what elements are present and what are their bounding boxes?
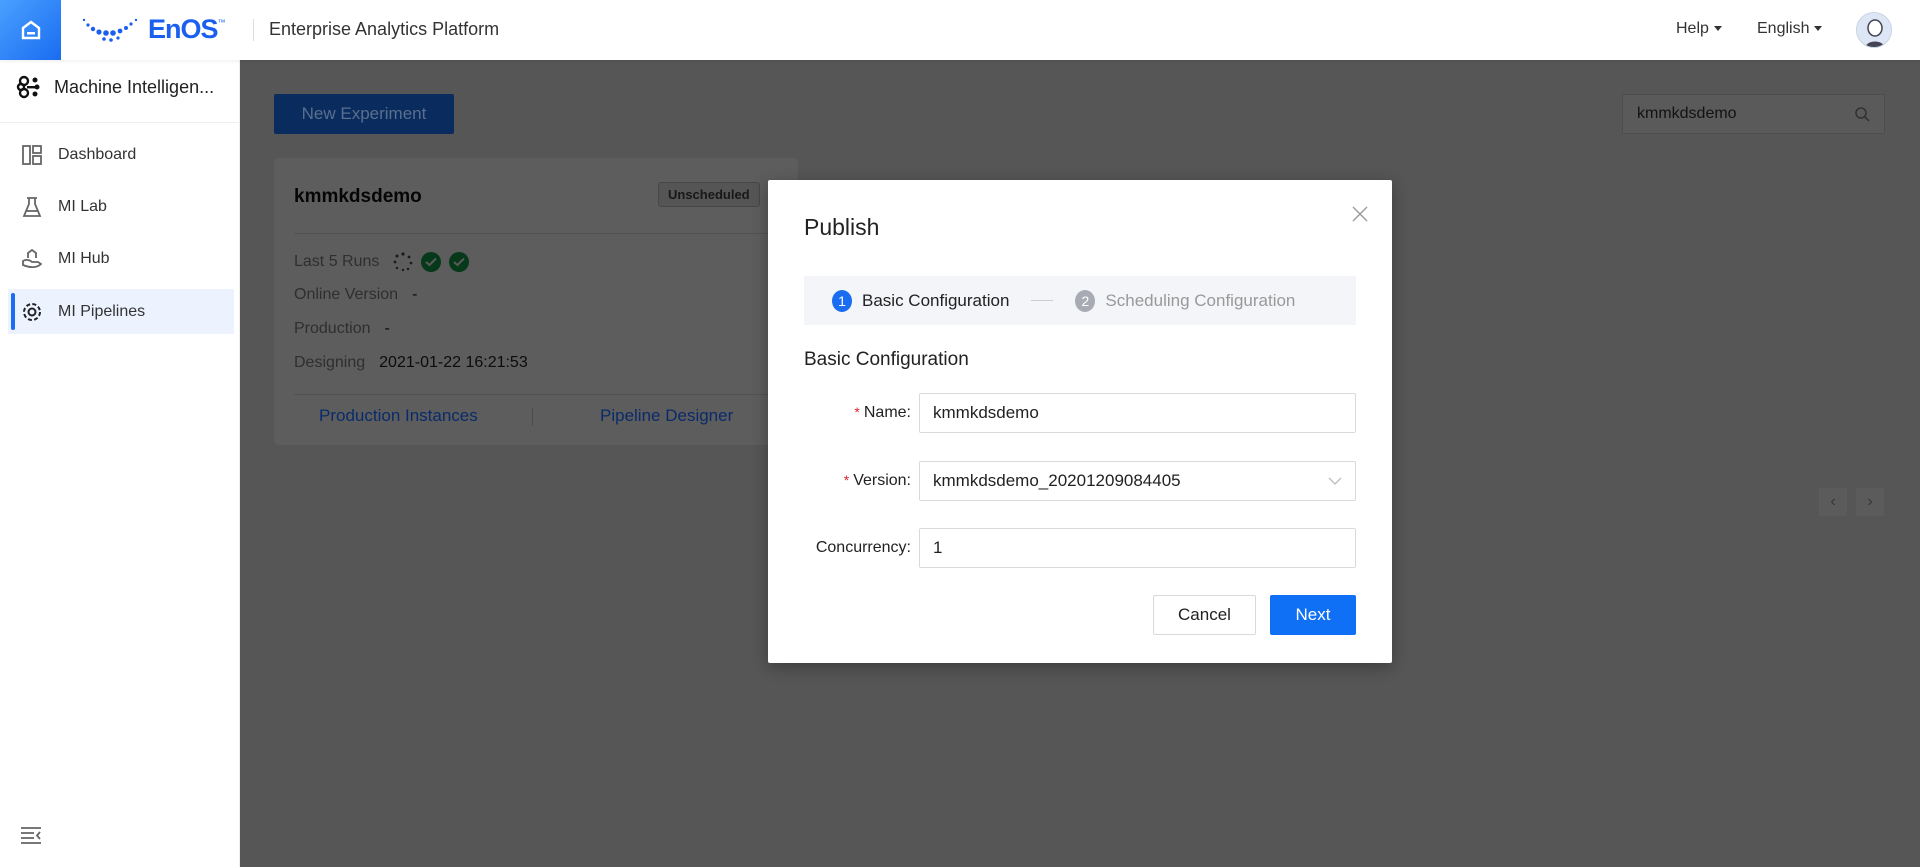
- online-version-row: Online Version -: [294, 286, 417, 304]
- header-divider: [253, 19, 254, 41]
- home-button[interactable]: [0, 0, 61, 60]
- close-button[interactable]: [1352, 202, 1368, 228]
- step-basic-configuration: Basic Configuration: [862, 290, 1010, 310]
- sidebar-item-label: MI Hub: [58, 249, 110, 267]
- close-icon: [1352, 206, 1368, 222]
- search-input[interactable]: kmmkdsdemo: [1622, 94, 1885, 134]
- trademark: ™: [217, 18, 226, 27]
- chevron-left-icon: ‹: [1830, 493, 1836, 510]
- concurrency-label: Concurrency:: [815, 539, 911, 556]
- loading-spinner-icon: [393, 252, 413, 272]
- chevron-right-icon: ›: [1867, 493, 1873, 510]
- publish-dialog: Publish 1 Basic Configuration 2 Scheduli…: [768, 180, 1392, 663]
- module-title: Machine Intelligen...: [16, 74, 214, 100]
- app-title: Enterprise Analytics Platform: [269, 19, 500, 39]
- machine-intelligence-icon: [16, 75, 40, 99]
- steps-bar: 1 Basic Configuration 2 Scheduling Confi…: [804, 276, 1356, 325]
- dialog-title: Publish: [804, 214, 880, 240]
- version-label: * Version:: [804, 472, 919, 490]
- search-icon[interactable]: [1854, 106, 1870, 122]
- name-label-text: Name:: [863, 404, 911, 421]
- top-header: EnOS ™ Enterprise Analytics Platform Help…: [0, 0, 1920, 60]
- hub-icon: [22, 248, 42, 268]
- pipeline-designer-link[interactable]: Pipeline Designer: [600, 406, 733, 426]
- version-label-text: Version:: [853, 472, 911, 489]
- success-check-icon[interactable]: [421, 252, 442, 272]
- name-input[interactable]: kmmkdsdemo: [919, 393, 1356, 433]
- logo-dots-icon: [82, 18, 138, 42]
- production-instances-link[interactable]: Production Instances: [319, 406, 478, 426]
- card-divider: [294, 233, 784, 234]
- online-version-value: -: [412, 286, 418, 303]
- online-version-label: Online Version: [294, 286, 399, 303]
- help-menu[interactable]: Help: [1676, 20, 1722, 38]
- language-label: English: [1757, 20, 1810, 37]
- required-asterisk-icon: *: [854, 404, 860, 420]
- sidebar-item-label: MI Pipelines: [58, 302, 146, 320]
- status-badge: Unscheduled: [658, 182, 760, 207]
- avatar[interactable]: [1856, 12, 1892, 48]
- step-scheduling-configuration: Scheduling Configuration: [1105, 290, 1296, 310]
- cancel-button[interactable]: Cancel: [1153, 595, 1256, 635]
- card-divider: [294, 394, 784, 395]
- version-value: kmmkdsdemo_20201209084405: [933, 471, 1181, 490]
- last-runs-label: Last 5 Runs: [294, 253, 380, 270]
- version-field-row: * Version: kmmkdsdemo_20201209084405: [804, 461, 1356, 501]
- flask-icon: [22, 196, 42, 217]
- caret-down-icon: [1713, 26, 1722, 32]
- enos-logo: EnOS ™: [82, 14, 226, 45]
- step-number: 2: [1075, 289, 1096, 312]
- sidebar-item-mi-pipelines[interactable]: MI Pipelines: [8, 289, 234, 334]
- chevron-down-icon: [1328, 477, 1342, 485]
- prev-page-button[interactable]: ‹: [1819, 488, 1847, 516]
- name-value: kmmkdsdemo: [933, 403, 1039, 422]
- pipeline-title[interactable]: kmmkdsdemo: [294, 186, 422, 208]
- user-icon: [1865, 19, 1885, 47]
- production-value: -: [384, 320, 390, 337]
- sidebar-item-mi-lab[interactable]: MI Lab: [8, 184, 234, 229]
- name-field-row: * Name: kmmkdsdemo: [804, 393, 1356, 433]
- next-page-button[interactable]: ›: [1856, 488, 1884, 516]
- home-icon: [21, 20, 40, 40]
- designing-label: Designing: [294, 354, 366, 371]
- concurrency-value: 1: [933, 538, 943, 557]
- step-connector: [1031, 300, 1054, 301]
- production-label: Production: [294, 320, 371, 337]
- designing-value: 2021-01-22 16:21:53: [379, 354, 528, 371]
- sidebar-item-label: Dashboard: [58, 145, 137, 163]
- new-experiment-button[interactable]: New Experiment: [274, 94, 454, 134]
- concurrency-field-row: Concurrency: 1: [804, 528, 1356, 568]
- step-number: 1: [832, 289, 852, 312]
- dashboard-icon: [22, 144, 42, 165]
- caret-down-icon: [1814, 26, 1823, 32]
- name-label: * Name:: [804, 404, 919, 422]
- concurrency-input[interactable]: 1: [919, 528, 1356, 568]
- designing-row: Designing 2021-01-22 16:21:53: [294, 354, 528, 372]
- section-heading: Basic Configuration: [804, 349, 969, 370]
- search-value: kmmkdsdemo: [1637, 105, 1737, 122]
- link-divider: [532, 408, 533, 426]
- pipeline-icon: [23, 302, 41, 321]
- version-select[interactable]: kmmkdsdemo_20201209084405: [919, 461, 1356, 501]
- success-check-icon[interactable]: [449, 252, 470, 272]
- collapse-sidebar-button[interactable]: [20, 826, 42, 849]
- menu-fold-icon: [21, 827, 41, 844]
- sidebar-item-dashboard[interactable]: Dashboard: [8, 132, 234, 177]
- sidebar-item-mi-hub[interactable]: MI Hub: [8, 236, 234, 281]
- brand-name: EnOS: [148, 14, 219, 44]
- required-asterisk-icon: *: [843, 472, 850, 488]
- sidebar-item-label: MI Lab: [58, 197, 107, 215]
- pipeline-card: kmmkdsdemo Unscheduled Last 5 Runs Onlin…: [274, 158, 798, 445]
- next-button[interactable]: Next: [1270, 595, 1356, 635]
- last-runs-row: Last 5 Runs: [294, 252, 470, 272]
- module-name: Machine Intelligen...: [54, 76, 215, 97]
- language-menu[interactable]: English: [1757, 20, 1823, 38]
- production-row: Production -: [294, 320, 390, 338]
- sidebar: Machine Intelligen... Dashboard MI Lab M…: [0, 60, 240, 867]
- help-label: Help: [1676, 20, 1709, 37]
- sidebar-divider: [0, 122, 240, 123]
